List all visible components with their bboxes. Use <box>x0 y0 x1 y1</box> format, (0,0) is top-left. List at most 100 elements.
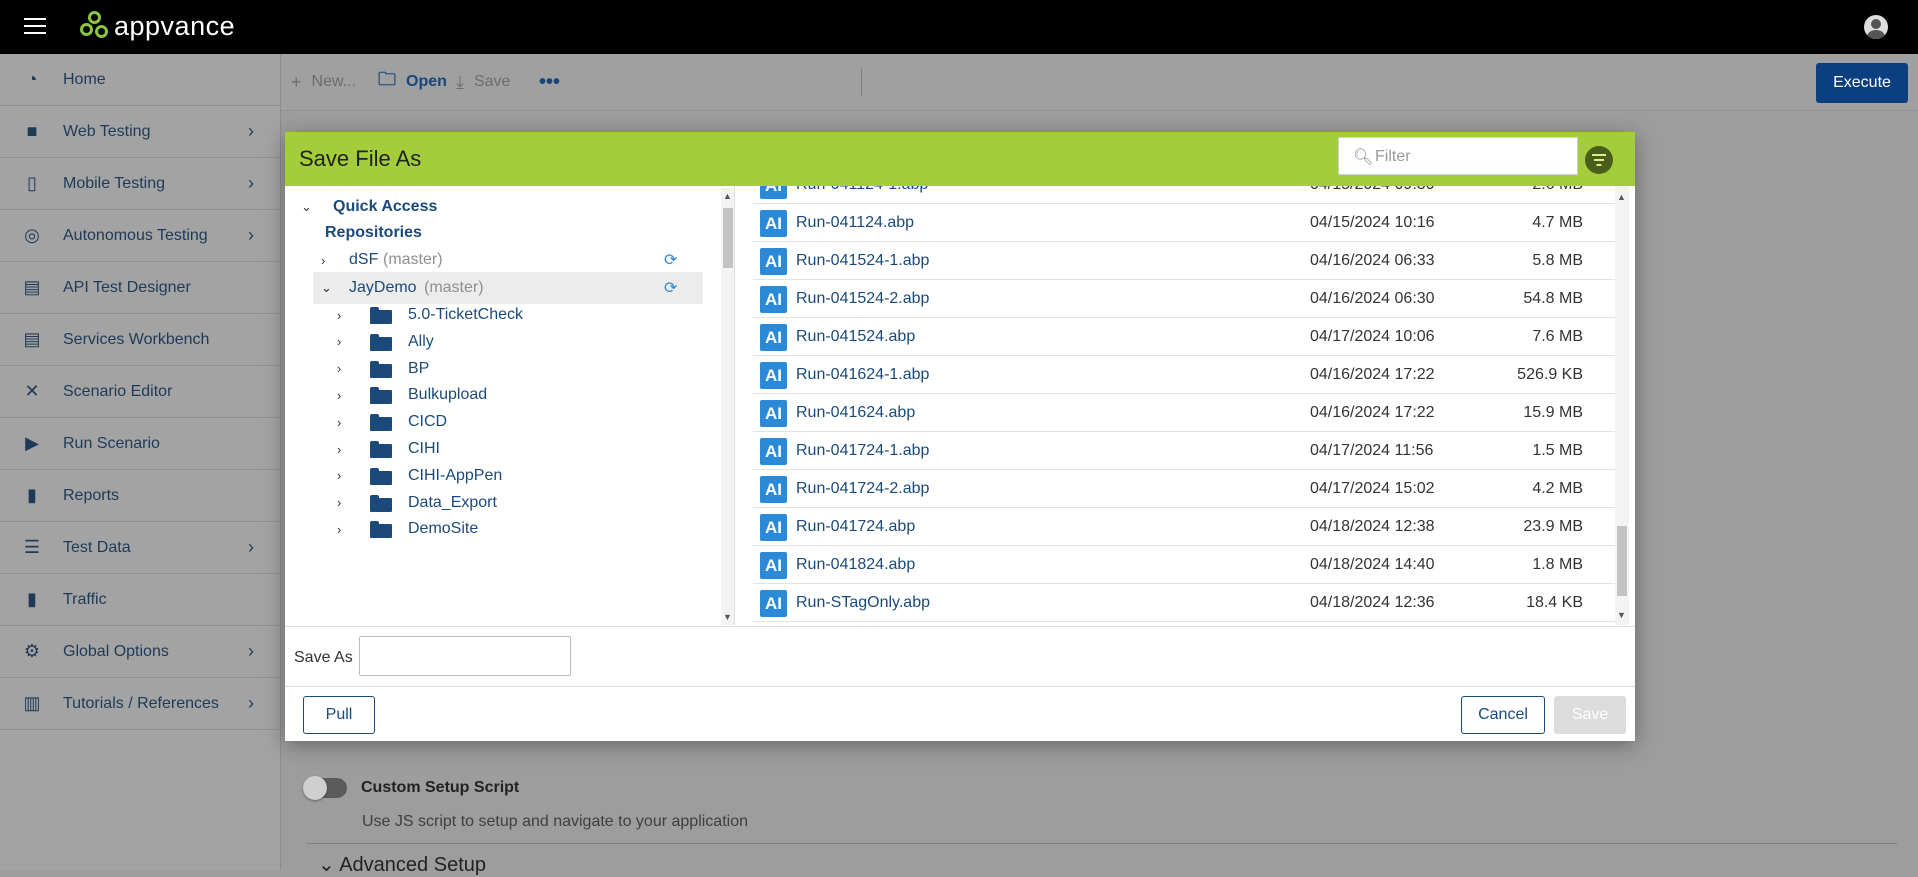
scroll-down-icon[interactable]: ▼ <box>1617 610 1626 620</box>
filter-options-icon[interactable] <box>1585 146 1613 174</box>
file-row[interactable]: AI Run-041624.abp 04/16/2024 17:22 15.9 MB <box>753 394 1615 432</box>
sidebar-item-run-scenario[interactable]: ▶ Run Scenario <box>0 418 280 470</box>
save-as-filename-input[interactable] <box>359 636 571 676</box>
sidebar-item-label: Tutorials / References <box>63 694 219 712</box>
file-date: 04/16/2024 17:22 <box>1310 366 1435 383</box>
ai-file-icon: AI <box>760 400 787 427</box>
new-button[interactable]: + New... <box>291 54 356 110</box>
chevron-right-icon[interactable]: › <box>337 522 341 537</box>
chevron-right-icon[interactable]: › <box>337 308 341 323</box>
ai-file-icon: AI <box>760 552 787 579</box>
sidebar-item-scenario-editor[interactable]: ✕ Scenario Editor <box>0 366 280 418</box>
scroll-up-icon[interactable]: ▲ <box>723 191 732 201</box>
file-size: 4.2 MB <box>1532 480 1583 497</box>
file-name: Run-STagOnly.abp <box>796 594 930 611</box>
chevron-right-icon[interactable]: › <box>321 253 325 268</box>
main-toolbar: + New... 🗀 Open ⤓ Save ••• Execute <box>281 54 1918 111</box>
toolbar-divider <box>861 68 862 96</box>
sidebar-item-web-testing[interactable]: ■ Web Testing › <box>0 106 280 158</box>
bar-chart-icon: ▮ <box>27 485 37 505</box>
file-row[interactable]: AI Run-041524-1.abp 04/16/2024 06:33 5.8 MB <box>753 242 1615 280</box>
file-row[interactable]: AI Run-STagOnly.abp 04/18/2024 12:36 18.4 K… <box>753 584 1615 622</box>
file-name: Run-041524-1.abp <box>796 252 930 269</box>
chevron-right-icon[interactable]: › <box>337 361 341 376</box>
file-date: 04/15/2024 09:30 <box>1310 186 1435 194</box>
sidebar-item-mobile-testing[interactable]: ▯ Mobile Testing › <box>0 158 280 210</box>
file-row[interactable]: AI Run-041124-1.abp 04/15/2024 09:30 2.6 MB <box>753 186 1615 204</box>
file-row[interactable]: AI Run-041724-1.abp 04/17/2024 11:56 1.5 MB <box>753 432 1615 470</box>
sidebar-item-api-test-designer[interactable]: ▤ API Test Designer <box>0 262 280 314</box>
sidebar-item-autonomous-testing[interactable]: ◎ Autonomous Testing › <box>0 210 280 262</box>
file-size: 5.8 MB <box>1532 252 1583 269</box>
chevron-right-icon[interactable]: › <box>337 334 341 349</box>
sidebar-item-global-options[interactable]: ⚙ Global Options › <box>0 626 280 678</box>
scrollbar-thumb[interactable] <box>723 208 733 268</box>
chevron-right-icon[interactable]: › <box>337 388 341 403</box>
file-row[interactable]: AI Run-041524.abp 04/17/2024 10:06 7.6 MB <box>753 318 1615 356</box>
save-file-dialog: Save File As 🔍︎ ⌄ Quick Access Repositor… <box>285 132 1635 741</box>
save-toolbar-button[interactable]: ⤓ Save <box>456 54 510 110</box>
advanced-setup-header[interactable]: ⌄ Advanced Setup <box>318 852 486 877</box>
appvance-logo[interactable]: appvance <box>80 6 235 46</box>
save-button[interactable]: Save <box>1554 696 1626 734</box>
ai-file-icon: AI <box>760 248 787 275</box>
sidebar-item-label: Web Testing <box>63 122 151 140</box>
file-row[interactable]: AI Run-041724-2.abp 04/17/2024 15:02 4.2 MB <box>753 470 1615 508</box>
user-account-icon[interactable] <box>1864 15 1888 39</box>
plus-icon: + <box>291 71 302 92</box>
sync-refresh-icon[interactable]: ⟳ <box>664 250 677 270</box>
tree-scrollbar[interactable]: ▲ ▼ <box>721 188 734 625</box>
file-row[interactable]: AI Run-041124.abp 04/15/2024 10:16 4.7 MB <box>753 204 1615 242</box>
sidebar-item-reports[interactable]: ▮ Reports <box>0 470 280 522</box>
ai-file-icon: AI <box>760 476 787 503</box>
gears-icon: ⚙ <box>23 641 41 661</box>
scroll-up-icon[interactable]: ▲ <box>1617 192 1626 202</box>
sidebar-item-test-data[interactable]: ☰ Test Data › <box>0 522 280 574</box>
cancel-button[interactable]: Cancel <box>1461 696 1545 734</box>
chevron-right-icon[interactable]: › <box>337 415 341 430</box>
filter-input[interactable] <box>1373 146 1567 168</box>
execute-button[interactable]: Execute <box>1816 63 1908 103</box>
sidebar-item-tutorials-references[interactable]: ▥ Tutorials / References › <box>0 678 280 730</box>
file-row[interactable]: AI Run-041624-1.abp 04/16/2024 17:22 526.9 … <box>753 356 1615 394</box>
sidebar-item-label: Test Data <box>63 538 131 556</box>
chevron-right-icon: › <box>248 641 254 661</box>
file-date: 04/18/2024 14:40 <box>1310 556 1435 573</box>
file-name: Run-041624-1.abp <box>796 366 930 383</box>
search-icon: 🔍︎ <box>1353 149 1374 166</box>
file-row[interactable]: AI Run-041724.abp 04/18/2024 12:38 23.9 MB <box>753 508 1615 546</box>
chevron-down-icon[interactable]: ⌄ <box>301 199 312 215</box>
file-name: Run-041724-2.abp <box>796 480 930 497</box>
folder-icon <box>370 360 392 378</box>
ai-file-icon: AI <box>760 186 787 199</box>
sidebar-item-label: Home <box>63 70 106 88</box>
sidebar-item-traffic[interactable]: ▮ Traffic <box>0 574 280 626</box>
tree-folder-item[interactable]: › DemoSite <box>285 513 705 545</box>
file-list: AI Run-STagOnly.abp 04/18/2024 12:36 18.4 K… <box>735 186 1635 625</box>
file-row[interactable]: AI Run-041824.abp 04/18/2024 14:40 1.8 MB <box>753 546 1615 584</box>
chevron-right-icon[interactable]: › <box>337 442 341 457</box>
book-icon: ▥ <box>23 693 41 713</box>
chevron-right-icon[interactable]: › <box>337 468 341 483</box>
sidebar-item-home[interactable]: ◔ Home <box>0 54 280 106</box>
file-list-scrollbar[interactable]: ▲ ▼ <box>1615 186 1629 625</box>
custom-setup-toggle[interactable] <box>303 776 347 800</box>
chevron-right-icon: › <box>248 121 254 141</box>
scroll-down-icon[interactable]: ▼ <box>723 612 732 622</box>
chevron-right-icon[interactable]: › <box>337 495 341 510</box>
mobile-phone-icon: ▯ <box>27 173 37 193</box>
file-name: Run-041524.abp <box>796 328 916 345</box>
sidebar-item-label: Reports <box>63 486 120 504</box>
sync-refresh-icon[interactable]: ⟳ <box>664 278 677 298</box>
scrollbar-thumb[interactable] <box>1617 526 1627 596</box>
pull-button[interactable]: Pull <box>303 696 375 734</box>
more-options-icon[interactable]: ••• <box>539 54 560 110</box>
open-button[interactable]: 🗀 Open <box>378 54 447 110</box>
hamburger-menu-icon[interactable] <box>24 18 46 34</box>
chevron-down-icon[interactable]: ⌄ <box>321 280 332 296</box>
file-row[interactable]: AI Run-041524-2.abp 04/16/2024 06:30 54.8 M… <box>753 280 1615 318</box>
quick-access-label: Quick Access <box>333 198 438 215</box>
sidebar-item-services-workbench[interactable]: ▤ Services Workbench <box>0 314 280 366</box>
tools-icon: ✕ <box>24 381 40 401</box>
file-size: 2.6 MB <box>1532 186 1583 194</box>
